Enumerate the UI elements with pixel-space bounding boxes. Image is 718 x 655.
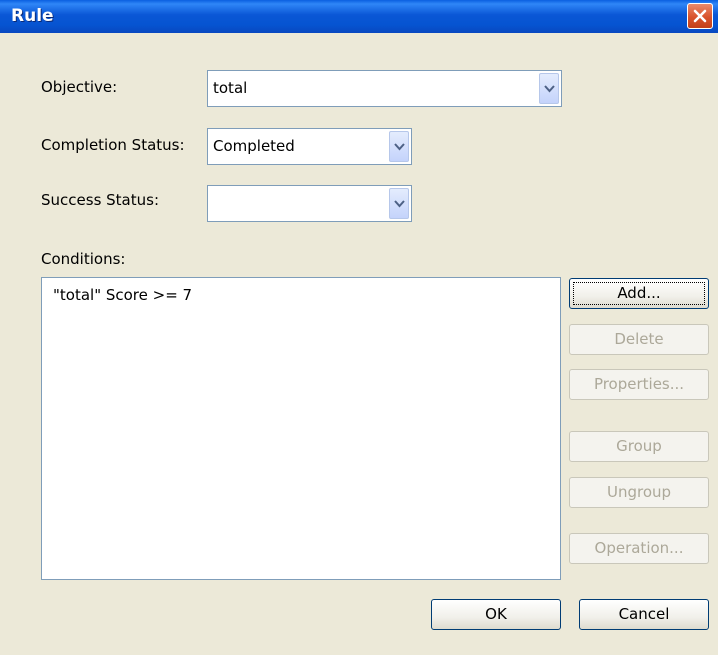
ok-button[interactable]: OK — [431, 599, 561, 630]
success-status-select[interactable] — [207, 185, 412, 222]
success-status-dropdown-button[interactable] — [389, 188, 409, 219]
chevron-down-icon — [394, 199, 405, 207]
completion-status-select[interactable]: Completed — [207, 128, 412, 165]
completion-status-dropdown-button[interactable] — [389, 131, 409, 162]
success-status-label: Success Status: — [41, 191, 160, 209]
completion-status-label: Completion Status: — [41, 136, 185, 154]
completion-status-value: Completed — [213, 137, 295, 155]
conditions-list[interactable]: "total" Score >= 7 — [41, 277, 561, 580]
title-bar[interactable]: Rule — [0, 0, 718, 33]
close-icon — [693, 9, 707, 23]
operation-button[interactable]: Operation... — [569, 533, 709, 564]
rule-dialog: Rule Objective: total Completion Status:… — [0, 0, 718, 655]
window-title: Rule — [11, 6, 54, 26]
group-button[interactable]: Group — [569, 431, 709, 462]
conditions-label: Conditions: — [41, 250, 126, 268]
objective-label: Objective: — [41, 78, 118, 96]
properties-button[interactable]: Properties... — [569, 369, 709, 400]
objective-value: total — [213, 79, 248, 97]
objective-dropdown-button[interactable] — [539, 73, 559, 104]
delete-button[interactable]: Delete — [569, 324, 709, 355]
list-item[interactable]: "total" Score >= 7 — [53, 286, 192, 304]
cancel-button[interactable]: Cancel — [579, 599, 709, 630]
chevron-down-icon — [394, 142, 405, 150]
objective-select[interactable]: total — [207, 70, 562, 107]
close-button[interactable] — [687, 3, 713, 29]
ungroup-button[interactable]: Ungroup — [569, 477, 709, 508]
add-button[interactable]: Add... — [569, 278, 709, 309]
chevron-down-icon — [544, 84, 555, 92]
